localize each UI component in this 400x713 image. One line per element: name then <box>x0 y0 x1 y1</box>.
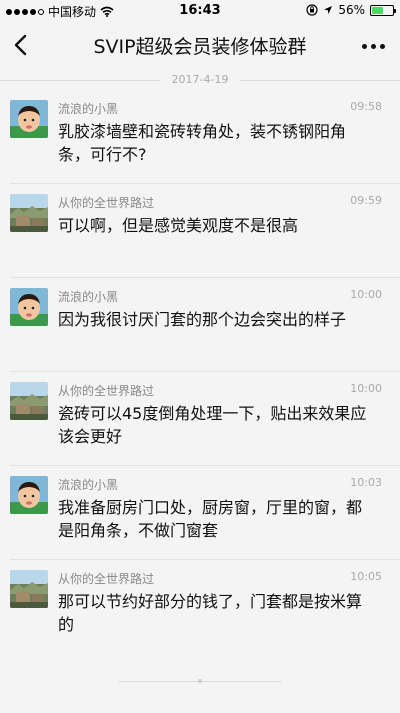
date-divider: 2017-4-19 <box>0 70 400 90</box>
message-text: 那可以节约好部分的钱了，门套都是按米算的 <box>58 592 363 634</box>
back-button[interactable] <box>6 30 34 60</box>
message-text: 我准备厨房门口处，厨房窗，厅里的窗，都是阳角条，不做门窗套 <box>58 498 363 540</box>
message-time: 10:00 <box>350 382 382 395</box>
message-item[interactable]: 从你的全世界路过 10:00 瓷砖可以45度倒角处理一下，贴出来效果应该会更好 <box>10 372 400 466</box>
avatar[interactable] <box>10 194 48 232</box>
landscape-avatar-icon <box>10 382 48 420</box>
sender-name: 流浪的小黑 <box>58 290 119 304</box>
nav-bar: SVIP超级会员装修体验群 <box>0 22 400 68</box>
message-item[interactable]: 流浪的小黑 09:58 乳胶漆墙壁和瓷砖转角处，装不锈钢阳角条，可行不? <box>10 90 400 184</box>
avatar[interactable] <box>10 476 48 514</box>
message-text: 可以啊，但是感觉美观度不是很高 <box>58 216 299 235</box>
orientation-lock-icon <box>306 4 318 16</box>
message-time: 10:03 <box>350 476 382 489</box>
sender-name: 从你的全世界路过 <box>58 384 155 398</box>
battery-fill <box>372 6 384 14</box>
message-time: 09:58 <box>350 100 382 113</box>
avatar[interactable] <box>10 382 48 420</box>
message-item[interactable]: 从你的全世界路过 09:59 可以啊，但是感觉美观度不是很高 <box>10 184 400 278</box>
status-right: 56% <box>306 3 396 17</box>
battery-percent: 56% <box>338 3 365 17</box>
child-avatar-icon <box>10 100 48 138</box>
more-dots-icon <box>361 43 367 49</box>
more-button[interactable] <box>356 34 390 58</box>
chevron-left-icon <box>14 34 27 56</box>
message-text: 因为我很讨厌门套的那个边会突出的样子 <box>58 310 347 329</box>
sender-name: 从你的全世界路过 <box>58 572 155 586</box>
battery-icon <box>370 4 396 16</box>
message-time: 10:05 <box>350 570 382 583</box>
landscape-avatar-icon <box>10 194 48 232</box>
sender-name: 从你的全世界路过 <box>58 196 155 210</box>
sender-name: 流浪的小黑 <box>58 102 119 116</box>
message-time: 10:00 <box>350 288 382 301</box>
status-bar: 中国移动 16:43 56% <box>0 0 400 22</box>
message-item[interactable]: 从你的全世界路过 10:05 那可以节约好部分的钱了，门套都是按米算的 <box>10 560 400 654</box>
message-time: 09:59 <box>350 194 382 207</box>
avatar[interactable] <box>10 288 48 326</box>
location-arrow-icon <box>324 6 333 14</box>
message-list: 流浪的小黑 09:58 乳胶漆墙壁和瓷砖转角处，装不锈钢阳角条，可行不? 从你的… <box>0 90 400 654</box>
sender-name: 流浪的小黑 <box>58 478 119 492</box>
message-text: 瓷砖可以45度倒角处理一下，贴出来效果应该会更好 <box>58 404 367 446</box>
message-text: 乳胶漆墙壁和瓷砖转角处，装不锈钢阳角条，可行不? <box>58 122 347 164</box>
bottom-dot <box>198 679 202 683</box>
child-avatar-icon <box>10 288 48 326</box>
landscape-avatar-icon <box>10 570 48 608</box>
avatar[interactable] <box>10 100 48 138</box>
message-item[interactable]: 流浪的小黑 10:03 我准备厨房门口处，厨房窗，厅里的窗，都是阳角条，不做门窗… <box>10 466 400 560</box>
message-item[interactable]: 流浪的小黑 10:00 因为我很讨厌门套的那个边会突出的样子 <box>10 278 400 372</box>
page-title: SVIP超级会员装修体验群 <box>93 36 307 58</box>
child-avatar-icon <box>10 476 48 514</box>
avatar[interactable] <box>10 570 48 608</box>
